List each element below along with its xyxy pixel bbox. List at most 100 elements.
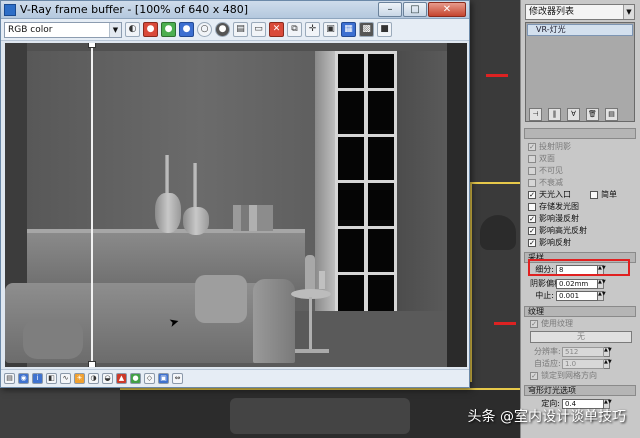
invisible-checkbox[interactable]: 不可见	[528, 166, 563, 176]
channel-select-value: RGB color	[8, 24, 53, 35]
monochrome-icon[interactable]: ●	[215, 22, 230, 37]
affect-diffuse-checkbox[interactable]: ✓ 影响漫反射	[528, 214, 579, 224]
render-pillow	[23, 319, 83, 359]
vray-frame-buffer-window[interactable]: V-Ray frame buffer - [100% of 640 x 480]…	[0, 0, 470, 388]
duplicate-icon[interactable]: ⧉	[287, 22, 302, 37]
checkbox-box	[528, 203, 536, 211]
use-texture-checkbox[interactable]: ✓ 使用纹理	[530, 319, 573, 329]
blue-channel-icon[interactable]: ●	[179, 22, 194, 37]
white-balance-icon[interactable]: ◑	[88, 373, 99, 384]
color-balance-icon[interactable]: ◐	[125, 22, 140, 37]
show-end-result-icon[interactable]: ‖	[548, 108, 561, 121]
shadow-bias-field[interactable]: 0.02mm	[556, 278, 598, 289]
save-image-icon[interactable]: ▤	[233, 22, 248, 37]
shadow-bias-spinner[interactable]: 阴影偏移: 0.02mm ▲▼	[530, 278, 606, 289]
compare-icon[interactable]: ⇔	[172, 373, 183, 384]
track-mouse-icon[interactable]: ✛	[305, 22, 320, 37]
curves-icon[interactable]: ∿	[60, 373, 71, 384]
vfb-titlebar[interactable]: V-Ray frame buffer - [100% of 640 x 480]…	[1, 1, 469, 19]
double-sided-checkbox[interactable]: 双面	[528, 154, 555, 164]
spinner-arrows-icon[interactable]: ▲▼	[598, 290, 606, 301]
checkbox-box	[528, 167, 536, 175]
region-handle[interactable]	[88, 43, 96, 48]
cutoff-field[interactable]: 0.001	[556, 290, 598, 301]
lut-icon[interactable]: ▣	[158, 373, 169, 384]
minimize-button[interactable]: –	[378, 2, 402, 17]
channel-select[interactable]: RGB color ▼	[4, 21, 122, 38]
stop-render-icon[interactable]: ■	[377, 22, 392, 37]
checkbox-box: ✓	[528, 227, 536, 235]
texture-none-button[interactable]: 无	[530, 331, 632, 343]
clear-image-icon[interactable]: ✕	[269, 22, 284, 37]
modifier-stack-item[interactable]: VR-灯光	[527, 24, 633, 36]
checkbox-box	[528, 155, 536, 163]
window-mullion	[338, 88, 394, 91]
vfb-title: V-Ray frame buffer - [100% of 640 x 480]	[20, 3, 249, 16]
make-unique-icon[interactable]: ∀	[567, 108, 580, 121]
hue-icon[interactable]: ◒	[102, 373, 113, 384]
configure-sets-icon[interactable]: ▤	[605, 108, 618, 121]
load-image-icon[interactable]: ▭	[251, 22, 266, 37]
skylight-portal-checkbox[interactable]: ✓ 天光入口	[528, 190, 571, 200]
checkbox-box: ✓	[528, 143, 536, 151]
ocio-icon[interactable]: ◇	[144, 373, 155, 384]
render-cushion	[195, 275, 247, 323]
transform-gizmo-axis	[494, 322, 516, 325]
maximize-button[interactable]: □	[403, 2, 427, 17]
affect-reflections-checkbox[interactable]: ✓ 影响反射	[528, 238, 571, 248]
checkbox-box: ✓	[528, 239, 536, 247]
render-canvas[interactable]: ➤	[5, 43, 467, 367]
simple-checkbox[interactable]: 简单	[590, 190, 617, 200]
adaptive-spinner[interactable]: 自适应: 1.0 ▲▼	[534, 358, 612, 369]
cast-shadows-checkbox[interactable]: ✓ 投射阴影	[528, 142, 571, 152]
region-render-icon[interactable]: ▣	[323, 22, 338, 37]
srgb-icon[interactable]: ●	[130, 373, 141, 384]
lens-effects-icon[interactable]: ◉	[18, 373, 29, 384]
viewport-object	[480, 215, 516, 250]
resolution-spinner[interactable]: 分辨率: 512 ▲▼	[534, 346, 612, 357]
levels-icon[interactable]: ◧	[46, 373, 57, 384]
render-window	[335, 51, 397, 315]
checkbox-box: ✓	[530, 320, 538, 328]
exposure-icon[interactable]: ☀	[74, 373, 85, 384]
alpha-channel-icon[interactable]: ○	[197, 22, 212, 37]
options-rollout-header[interactable]	[524, 128, 636, 139]
close-button[interactable]: ✕	[428, 2, 466, 17]
modifier-list-dropdown[interactable]: 修改器列表 ▼	[525, 4, 635, 20]
window-controls: – □ ✕	[377, 2, 466, 17]
no-decay-checkbox[interactable]: 不衰减	[528, 178, 563, 188]
region-divider[interactable]	[91, 43, 93, 367]
chevron-down-icon: ▼	[109, 22, 121, 37]
checkbox-box	[528, 179, 536, 187]
region-handle[interactable]	[88, 361, 96, 367]
remove-modifier-icon[interactable]: 🗑	[586, 108, 599, 121]
chevron-down-icon: ▼	[623, 5, 634, 19]
info-icon[interactable]: i	[32, 373, 43, 384]
show-corrections-icon[interactable]: ▩	[359, 22, 374, 37]
spinner-arrows-icon[interactable]: ▲▼	[604, 358, 612, 369]
dome-options-header: 穹形灯光选项	[524, 385, 636, 396]
lock-to-grid-checkbox[interactable]: ✓ 锁定到网格方向	[530, 371, 597, 381]
cutoff-spinner[interactable]: 中止: 0.001 ▲▼	[530, 290, 606, 301]
spinner-arrows-icon[interactable]: ▲▼	[604, 346, 612, 357]
checkbox-box: ✓	[528, 191, 536, 199]
viewport-object	[230, 398, 410, 434]
checkbox-box	[590, 191, 598, 199]
vase	[183, 207, 209, 235]
resolution-field[interactable]: 512	[562, 346, 604, 357]
vfb-statusbar: ▤ ◉ i ◧ ∿ ☀ ◑ ◒ ▲ ● ◇ ▣ ⇔	[1, 369, 469, 387]
link-to-max-icon[interactable]: ▦	[341, 22, 356, 37]
green-channel-icon[interactable]: ●	[161, 22, 176, 37]
render-bottle	[305, 255, 315, 291]
clamp-colors-icon[interactable]: ▲	[116, 373, 127, 384]
red-channel-icon[interactable]: ●	[143, 22, 158, 37]
affect-specular-checkbox[interactable]: ✓ 影响高光反射	[528, 226, 587, 236]
adaptive-field[interactable]: 1.0	[562, 358, 604, 369]
pin-stack-icon[interactable]: ⊣	[529, 108, 542, 121]
store-irradiance-checkbox[interactable]: 存储发光图	[528, 202, 579, 212]
viewport-selection-frame	[470, 182, 520, 382]
history-icon[interactable]: ▤	[4, 373, 15, 384]
watermark: 头条 @室内设计谈单技巧	[467, 409, 626, 425]
vase	[165, 155, 169, 197]
spinner-arrows-icon[interactable]: ▲▼	[598, 278, 606, 289]
